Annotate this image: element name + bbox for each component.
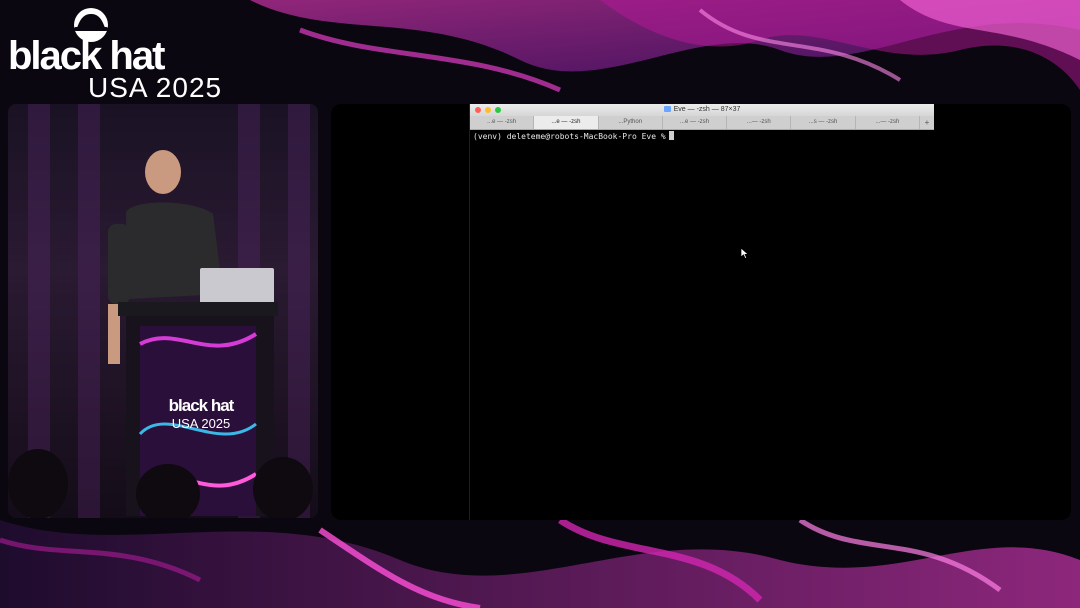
terminal-titlebar[interactable]: Eve — -zsh — 87×37: [470, 104, 934, 116]
window-title: Eve — -zsh — 87×37: [673, 106, 741, 113]
terminal-tab[interactable]: ...e — -zsh: [470, 116, 535, 129]
podium-logo: black hat USA 2025: [146, 396, 256, 431]
mouse-pointer-icon: [741, 248, 749, 259]
podium-event: USA 2025: [171, 416, 231, 431]
logo-wordmark: black hat: [8, 34, 165, 78]
window-controls: [475, 107, 501, 113]
screen-share: Eve — -zsh — 87×37 ...e — -zsh ...e — -z…: [331, 104, 1071, 520]
blackhat-logo: black hat USA 2025: [8, 4, 238, 102]
zoom-button[interactable]: [495, 107, 501, 113]
shell-prompt: (venv) deleteme@robots-MacBook-Pro Eve %: [473, 132, 666, 141]
logo-event: USA 2025: [88, 72, 223, 103]
minimize-button[interactable]: [485, 107, 491, 113]
terminal-tab[interactable]: ...s — -zsh: [791, 116, 856, 129]
new-tab-button[interactable]: +: [920, 116, 934, 129]
terminal-tab[interactable]: ...Python: [599, 116, 663, 129]
terminal-tab[interactable]: ...— -zsh: [856, 116, 920, 129]
close-button[interactable]: [475, 107, 481, 113]
terminal-output[interactable]: (venv) deleteme@robots-MacBook-Pro Eve %: [473, 131, 674, 141]
terminal-tab-bar: ...e — -zsh ...e — -zsh ...Python ...e —…: [470, 116, 934, 130]
terminal-tab[interactable]: ...e — -zsh: [663, 116, 728, 129]
terminal-tab-active[interactable]: ...e — -zsh: [534, 116, 599, 129]
terminal-window[interactable]: Eve — -zsh — 87×37 ...e — -zsh ...e — -z…: [469, 104, 934, 520]
text-cursor: [668, 131, 674, 140]
speaker-scene: [8, 150, 313, 518]
podium-wordmark: black hat: [168, 396, 235, 415]
terminal-tab[interactable]: ...— -zsh: [727, 116, 792, 129]
speaker-video: black hat USA 2025: [8, 104, 318, 518]
folder-icon: [663, 106, 671, 113]
